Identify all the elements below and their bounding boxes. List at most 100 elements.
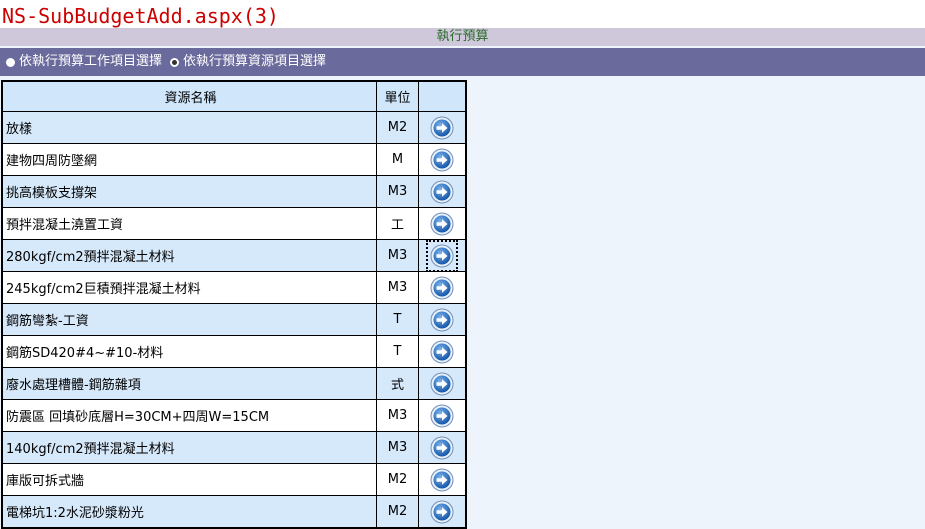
arrow-right-circle-icon [430, 116, 454, 139]
unit: 式 [390, 378, 404, 393]
resource-name-cell: 鋼筋彎紮-工資 [1, 303, 377, 336]
table-row: 電梯坑1:2水泥砂漿粉光 M2 [1, 495, 467, 529]
mode-option-resource-items[interactable]: 依執行預算資源項目選擇 [170, 48, 334, 76]
table-row: 放樣 M2 [1, 111, 467, 144]
arrow-right-circle-icon [430, 244, 454, 267]
radio-work-items[interactable] [6, 57, 15, 67]
arrow-right-circle-icon [430, 468, 454, 491]
arrow-right-circle-icon [430, 148, 454, 171]
unit: M2 [387, 504, 408, 519]
unit: M2 [387, 472, 408, 487]
resource-name-cell: 140kgf/cm2預拌混凝土材料 [1, 431, 377, 464]
section-header: 執行預算 [0, 28, 925, 46]
resource-name: 挑高模板支撐架 [6, 186, 98, 201]
resource-name-cell: 防震區 回填砂底層H=30CM+四周W=15CM [1, 399, 377, 432]
select-resource-button[interactable] [428, 434, 456, 462]
resource-name: 鋼筋彎紮-工資 [6, 314, 89, 329]
action-cell [418, 239, 467, 272]
select-resource-button[interactable] [426, 239, 458, 272]
table-row: 庫版可拆式牆 M2 [1, 463, 467, 496]
arrow-right-circle-icon [430, 372, 454, 395]
select-resource-button[interactable] [428, 370, 456, 398]
select-resource-button[interactable] [428, 146, 456, 174]
resource-name-cell: 放樣 [1, 111, 377, 144]
selection-mode-bar: 依執行預算工作項目選擇 依執行預算資源項目選擇 [0, 48, 925, 76]
unit-cell: M3 [376, 175, 419, 208]
mode-option-label[interactable]: 依執行預算工作項目選擇 [19, 48, 162, 76]
unit-cell: M3 [376, 239, 419, 272]
unit-cell: 工 [376, 207, 419, 240]
arrow-right-circle-icon [430, 436, 454, 459]
table-row: 廢水處理槽體-鋼筋雜項 式 [1, 367, 467, 400]
unit: M3 [387, 248, 408, 263]
unit: T [393, 344, 402, 359]
action-cell [418, 495, 467, 529]
resource-name: 電梯坑1:2水泥砂漿粉光 [6, 506, 144, 521]
unit: T [393, 312, 402, 327]
unit-cell: M [376, 143, 419, 176]
table-header-row: 資源名稱 單位 [1, 80, 467, 112]
arrow-right-circle-icon [430, 180, 454, 203]
resource-name: 預拌混凝土澆置工資 [6, 218, 124, 233]
select-resource-button[interactable] [428, 402, 456, 430]
resource-name: 廢水處理槽體-鋼筋雜項 [6, 378, 141, 393]
resource-table: 資源名稱 單位 放樣 M2 建物四周防墜網 M 挑高模板支撐架 M3 預拌混凝土… [1, 80, 467, 529]
unit: M2 [387, 120, 408, 135]
mode-option-label[interactable]: 依執行預算資源項目選擇 [183, 48, 326, 76]
unit: M [391, 152, 404, 167]
resource-name-cell: 245kgf/cm2巨積預拌混凝土材料 [1, 271, 377, 304]
unit-cell: T [376, 303, 419, 336]
arrow-right-circle-icon [430, 308, 454, 331]
unit-cell: M2 [376, 495, 419, 529]
select-resource-button[interactable] [428, 306, 456, 334]
resource-name-cell: 電梯坑1:2水泥砂漿粉光 [1, 495, 377, 529]
unit-cell: M2 [376, 111, 419, 144]
unit-cell: M2 [376, 463, 419, 496]
action-cell [418, 207, 467, 240]
resource-name-cell: 建物四周防墜網 [1, 143, 377, 176]
action-cell [418, 367, 467, 400]
table-row: 140kgf/cm2預拌混凝土材料 M3 [1, 431, 467, 464]
select-resource-button[interactable] [428, 114, 456, 142]
unit-cell: M3 [376, 431, 419, 464]
select-resource-button[interactable] [428, 338, 456, 366]
table-row: 預拌混凝土澆置工資 工 [1, 207, 467, 240]
select-resource-button[interactable] [428, 498, 456, 526]
table-row: 鋼筋彎紮-工資 T [1, 303, 467, 336]
column-header-action [418, 80, 467, 112]
resource-name-cell: 鋼筋SD420#4~#10-材料 [1, 335, 377, 368]
action-cell [418, 335, 467, 368]
resource-name-cell: 280kgf/cm2預拌混凝土材料 [1, 239, 377, 272]
radio-resource-items[interactable] [170, 57, 180, 67]
mode-option-work-items[interactable]: 依執行預算工作項目選擇 [6, 48, 170, 76]
arrow-right-circle-icon [430, 276, 454, 299]
resource-name-cell: 廢水處理槽體-鋼筋雜項 [1, 367, 377, 400]
column-header-resource-name: 資源名稱 [1, 80, 377, 112]
resource-name: 140kgf/cm2預拌混凝土材料 [6, 442, 175, 457]
section-title: 執行預算 [436, 29, 489, 44]
table-row: 鋼筋SD420#4~#10-材料 T [1, 335, 467, 368]
table-row: 挑高模板支撐架 M3 [1, 175, 467, 208]
select-resource-button[interactable] [428, 210, 456, 238]
table-row: 245kgf/cm2巨積預拌混凝土材料 M3 [1, 271, 467, 304]
unit: M3 [387, 280, 408, 295]
resource-name: 防震區 回填砂底層H=30CM+四周W=15CM [6, 410, 270, 425]
action-cell [418, 399, 467, 432]
arrow-right-circle-icon [430, 212, 454, 235]
resource-name-cell: 挑高模板支撐架 [1, 175, 377, 208]
unit-cell: M3 [376, 399, 419, 432]
select-resource-button[interactable] [428, 466, 456, 494]
page-title: NS-SubBudgetAdd.aspx(3) [2, 3, 287, 29]
resource-name: 放樣 [6, 122, 33, 137]
resource-name: 建物四周防墜網 [6, 154, 98, 169]
action-cell [418, 463, 467, 496]
resource-name-cell: 庫版可拆式牆 [1, 463, 377, 496]
unit-cell: M3 [376, 271, 419, 304]
arrow-right-circle-icon [430, 500, 454, 523]
action-cell [418, 303, 467, 336]
select-resource-button[interactable] [428, 274, 456, 302]
select-resource-button[interactable] [428, 178, 456, 206]
resource-name: 245kgf/cm2巨積預拌混凝土材料 [6, 282, 201, 297]
arrow-right-circle-icon [430, 340, 454, 363]
resource-name-cell: 預拌混凝土澆置工資 [1, 207, 377, 240]
